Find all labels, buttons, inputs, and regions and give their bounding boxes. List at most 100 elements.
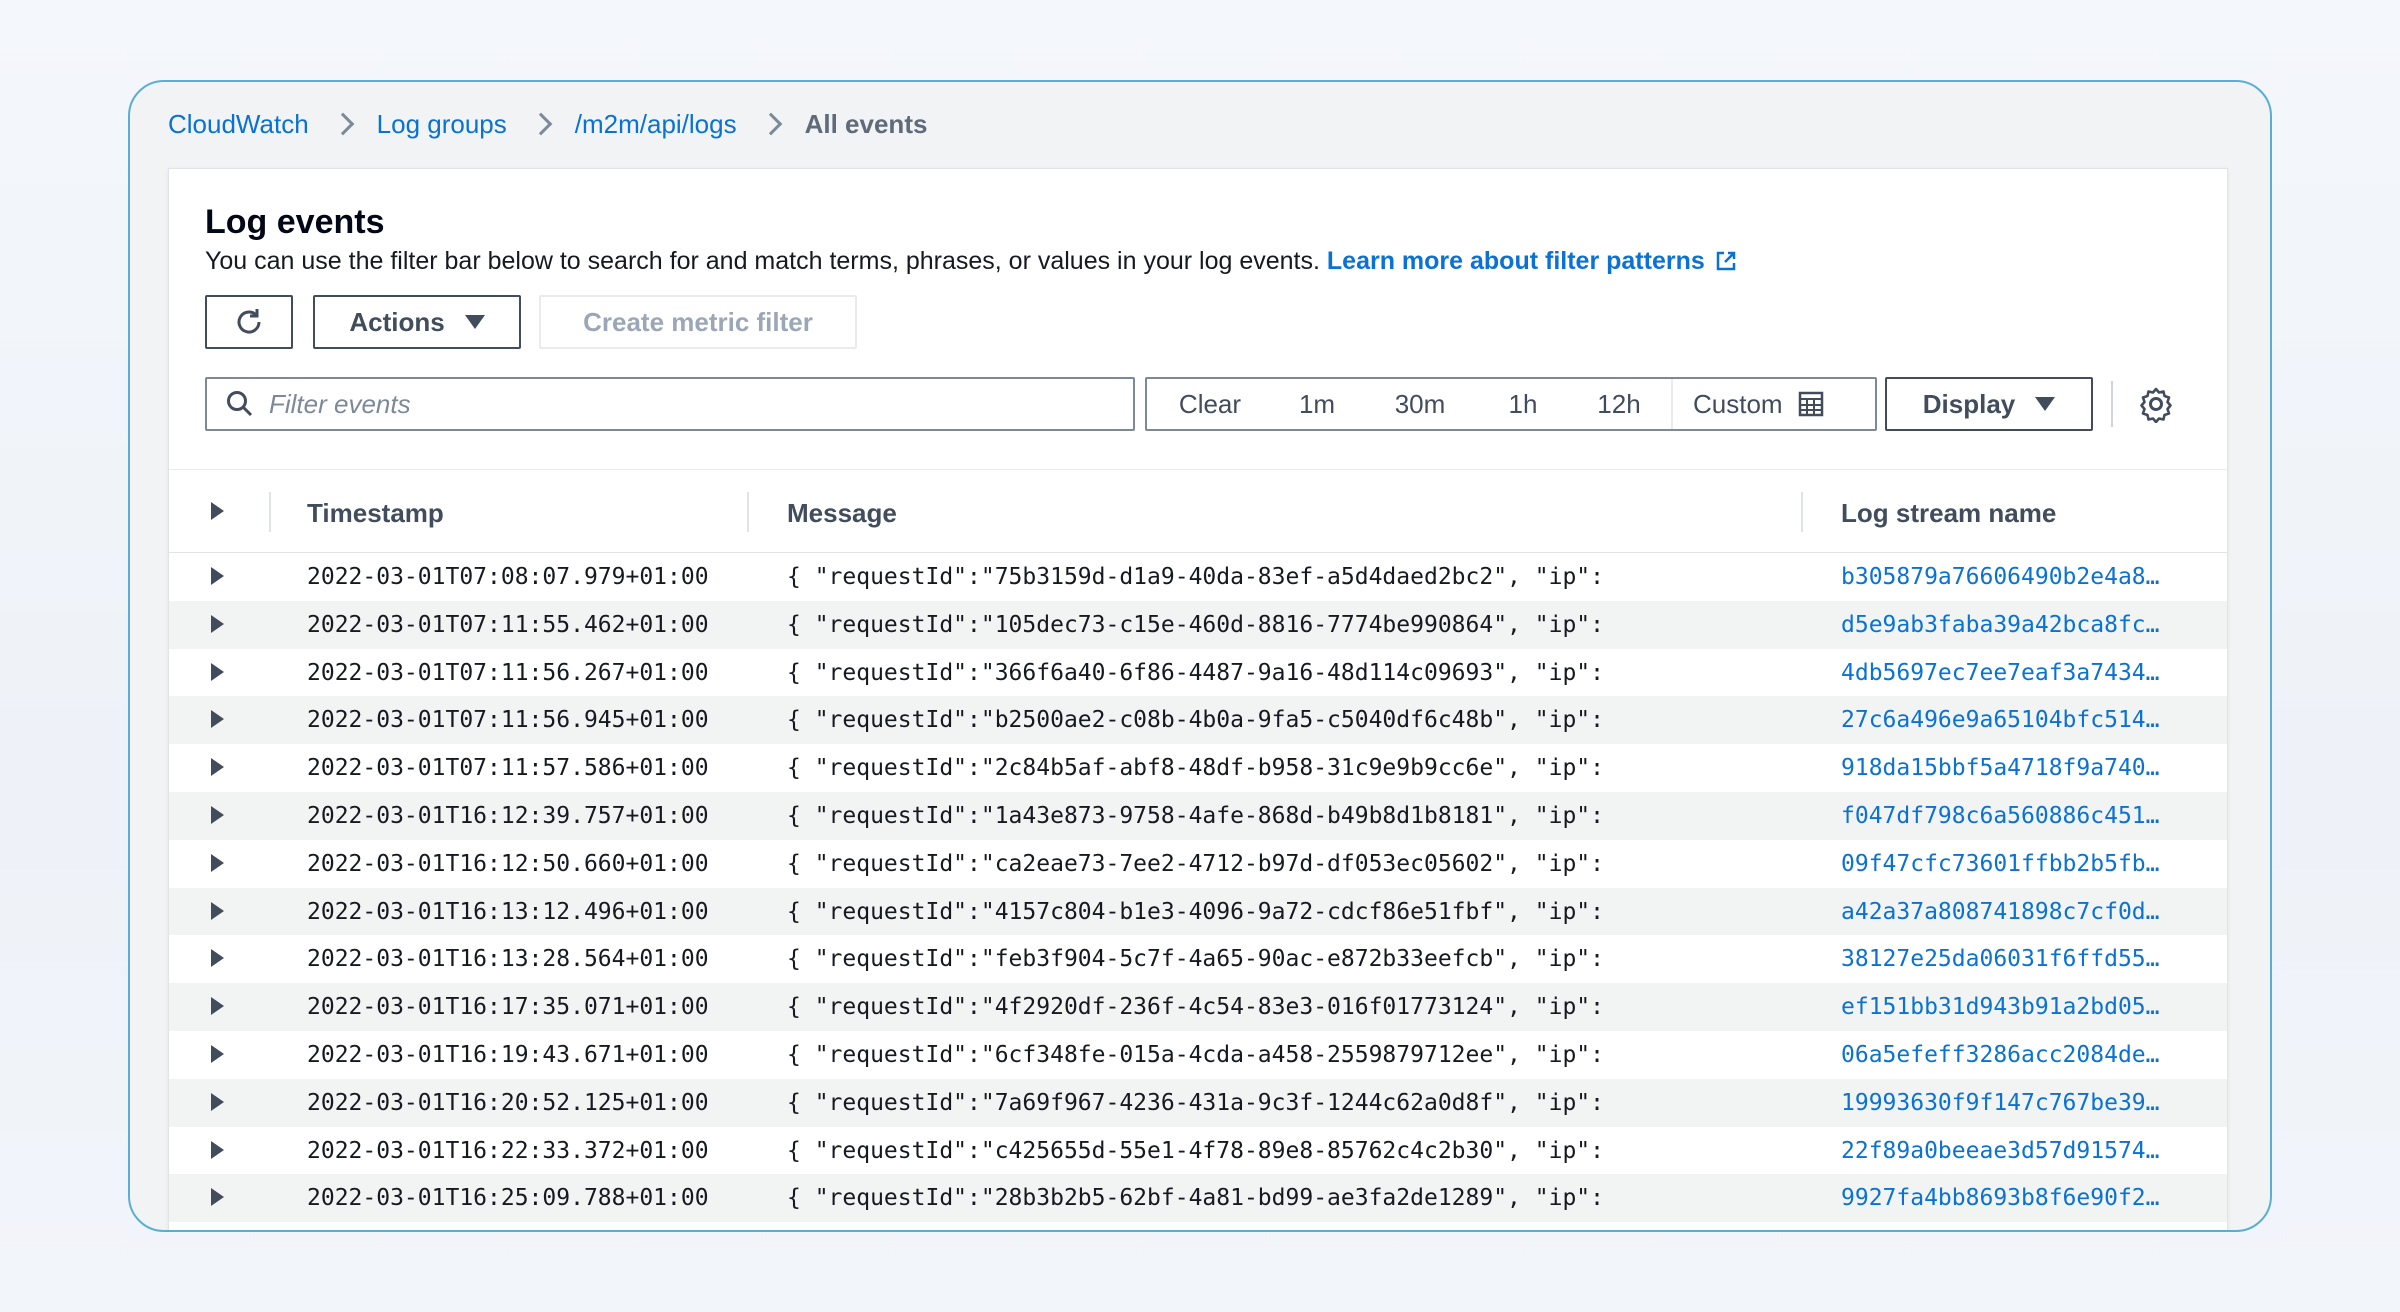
table-header: Timestamp Message Log stream name [169, 469, 2227, 553]
row-message: { "requestId":"6cf348fe-015a-4cda-a458-2… [787, 1041, 1604, 1068]
table-row[interactable]: 2022-03-01T07:11:56.945+01:00 { "requestI… [169, 696, 2227, 745]
time-range-custom[interactable]: Custom [1671, 379, 1845, 429]
expand-row-icon[interactable] [211, 662, 224, 681]
row-log-stream-link[interactable]: 918da15bbf5a4718f9a74021… [1841, 755, 2171, 781]
time-range-12h[interactable]: 12h [1567, 379, 1671, 429]
row-timestamp: 2022-03-01T16:22:33.372+01:00 [307, 1137, 709, 1164]
table-row[interactable]: 2022-03-01T16:22:33.372+01:00 { "requestI… [169, 1126, 2227, 1175]
row-timestamp: 2022-03-01T16:13:28.564+01:00 [307, 946, 709, 973]
expand-row-icon[interactable] [211, 949, 224, 968]
row-log-stream-link[interactable]: 9927fa4bb8693b8f6e90f26b… [1841, 1185, 2171, 1211]
log-events-table: Timestamp Message Log stream name 2022-0… [169, 469, 2227, 1223]
row-log-stream-link[interactable]: f047df798c6a560886c45168… [1841, 803, 2171, 829]
expand-row-icon[interactable] [211, 853, 224, 872]
row-timestamp: 2022-03-01T16:19:43.671+01:00 [307, 1041, 709, 1068]
caret-down-icon [464, 315, 485, 329]
time-range-selector: Clear 1m 30m 1h 12h Custom [1145, 377, 1877, 431]
time-range-1h[interactable]: 1h [1479, 379, 1567, 429]
table-row[interactable]: 2022-03-01T16:12:39.757+01:00 { "requestI… [169, 791, 2227, 840]
filter-events-input[interactable] [269, 380, 1133, 428]
search-icon [227, 391, 253, 417]
row-log-stream-link[interactable]: ef151bb31d943b91a2bd05a7… [1841, 994, 2171, 1020]
expand-row-icon[interactable] [211, 758, 224, 777]
display-label: Display [1922, 388, 2016, 419]
gear-icon[interactable] [2137, 385, 2175, 423]
table-row[interactable]: 2022-03-01T16:12:50.660+01:00 { "requestI… [169, 839, 2227, 888]
expand-row-icon[interactable] [211, 1092, 224, 1111]
row-timestamp: 2022-03-01T16:12:50.660+01:00 [307, 850, 709, 877]
breadcrumb-current: All events [804, 108, 928, 139]
row-message: { "requestId":"28b3b2b5-62bf-4a81-bd99-a… [787, 1185, 1604, 1212]
column-divider [747, 492, 749, 532]
breadcrumb-log-group[interactable]: /m2m/api/logs [575, 109, 737, 140]
row-message: { "requestId":"4157c804-b1e3-4096-9a72-c… [787, 898, 1604, 925]
table-row[interactable]: 2022-03-01T07:11:57.586+01:00 { "requestI… [169, 744, 2227, 792]
time-range-clear[interactable]: Clear [1147, 379, 1273, 429]
row-message: { "requestId":"75b3159d-d1a9-40da-83ef-a… [787, 564, 1604, 590]
actions-label: Actions [349, 306, 445, 337]
row-log-stream-link[interactable]: 19993630f9f147c767be39d6… [1841, 1090, 2171, 1116]
row-log-stream-link[interactable]: 38127e25da06031f6ffd555e… [1841, 946, 2171, 972]
row-log-stream-link[interactable]: 06a5efeff3286acc2084dee0… [1841, 1042, 2171, 1068]
custom-label: Custom [1693, 388, 1783, 419]
create-metric-filter-button[interactable]: Create metric filter [539, 295, 857, 349]
external-link-icon [1716, 251, 1736, 271]
expand-row-icon[interactable] [211, 805, 224, 824]
row-log-stream-link[interactable]: 4db5697ec7ee7eaf3a74344e… [1841, 660, 2171, 686]
description-text: You can use the filter bar below to sear… [205, 247, 1320, 275]
table-row[interactable]: 2022-03-01T16:13:28.564+01:00 { "requestI… [169, 935, 2227, 984]
chevron-right-icon [527, 110, 555, 138]
expand-row-icon[interactable] [211, 614, 224, 633]
filter-events-search [205, 377, 1135, 431]
table-row[interactable]: 2022-03-01T07:11:55.462+01:00 { "requestI… [169, 600, 2227, 649]
expand-row-icon[interactable] [211, 1044, 224, 1063]
row-log-stream-link[interactable]: 22f89a0beeae3d57d91574b5… [1841, 1138, 2171, 1164]
row-timestamp: 2022-03-01T07:11:55.462+01:00 [307, 611, 709, 638]
expand-row-icon[interactable] [211, 710, 224, 729]
expand-row-icon[interactable] [211, 901, 224, 920]
column-divider [1801, 492, 1803, 532]
row-timestamp: 2022-03-01T16:25:09.788+01:00 [307, 1185, 709, 1212]
row-log-stream-link[interactable]: b305879a76606490b2e4a844… [1841, 564, 2171, 590]
actions-button[interactable]: Actions [313, 295, 521, 349]
table-row[interactable]: 2022-03-01T07:08:07.979+01:00 { "requestI… [169, 553, 2227, 601]
table-row[interactable]: 2022-03-01T16:20:52.125+01:00 { "requestI… [169, 1078, 2227, 1127]
learn-more-link[interactable]: Learn more about filter patterns [1327, 247, 1737, 275]
row-timestamp: 2022-03-01T16:13:12.496+01:00 [307, 898, 709, 925]
refresh-button[interactable] [205, 295, 293, 349]
app-frame: CloudWatch Log groups /m2m/api/logs All … [128, 80, 2272, 1232]
table-row[interactable]: 2022-03-01T07:11:56.267+01:00 { "requestI… [169, 648, 2227, 697]
table-row[interactable]: 2022-03-01T16:25:09.788+01:00 { "requestI… [169, 1174, 2227, 1223]
breadcrumb-log-groups[interactable]: Log groups [377, 109, 507, 140]
row-message: { "requestId":"feb3f904-5c7f-4a65-90ac-e… [787, 946, 1604, 973]
divider [2111, 381, 2113, 427]
column-divider [269, 492, 271, 532]
row-message: { "requestId":"1a43e873-9758-4afe-868d-b… [787, 802, 1604, 829]
time-range-1m[interactable]: 1m [1273, 379, 1361, 429]
column-message[interactable]: Message [787, 498, 897, 529]
expand-row-icon[interactable] [211, 1140, 224, 1159]
table-row[interactable]: 2022-03-01T16:13:12.496+01:00 { "requestI… [169, 887, 2227, 936]
row-timestamp: 2022-03-01T07:08:07.979+01:00 [307, 564, 709, 590]
row-log-stream-link[interactable]: a42a37a808741898c7cf0d9f… [1841, 899, 2171, 925]
expand-row-icon[interactable] [211, 567, 224, 585]
expand-all-icon[interactable] [211, 502, 224, 520]
row-message: { "requestId":"105dec73-c15e-460d-8816-7… [787, 611, 1604, 638]
caret-down-icon [2035, 397, 2056, 411]
breadcrumb-cloudwatch[interactable]: CloudWatch [168, 109, 309, 140]
table-row[interactable]: 2022-03-01T16:17:35.071+01:00 { "requestI… [169, 983, 2227, 1031]
row-message: { "requestId":"c425655d-55e1-4f78-89e8-8… [787, 1137, 1604, 1164]
display-button[interactable]: Display [1885, 377, 2093, 431]
expand-row-icon[interactable] [211, 1188, 224, 1207]
row-message: { "requestId":"ca2eae73-7ee2-4712-b97d-d… [787, 850, 1604, 877]
table-row[interactable]: 2022-03-01T16:19:43.671+01:00 { "requestI… [169, 1030, 2227, 1079]
row-message: { "requestId":"4f2920df-236f-4c54-83e3-0… [787, 994, 1604, 1021]
row-log-stream-link[interactable]: 27c6a496e9a65104bfc514c1… [1841, 707, 2171, 733]
row-message: { "requestId":"b2500ae2-c08b-4b0a-9fa5-c… [787, 707, 1604, 734]
expand-row-icon[interactable] [211, 997, 224, 1016]
row-log-stream-link[interactable]: d5e9ab3faba39a42bca8fcd6… [1841, 612, 2171, 638]
column-timestamp[interactable]: Timestamp [307, 498, 444, 529]
time-range-30m[interactable]: 30m [1361, 379, 1479, 429]
column-log-stream-name[interactable]: Log stream name [1841, 498, 2056, 529]
row-log-stream-link[interactable]: 09f47cfc73601ffbb2b5fbcf… [1841, 851, 2171, 877]
